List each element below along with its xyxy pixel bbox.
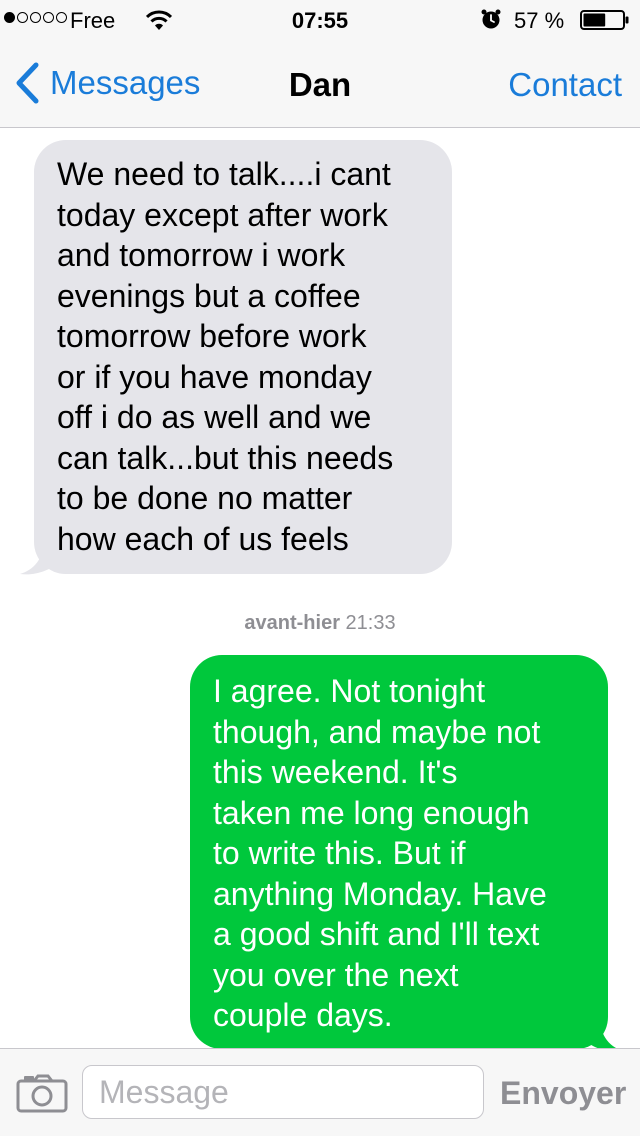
message-line: though, and maybe not bbox=[213, 713, 541, 750]
message-line: I agree. Not tonight bbox=[213, 673, 486, 709]
message-line: to be done no matter bbox=[57, 480, 353, 516]
message-line: anything Monday. Have bbox=[213, 875, 547, 912]
message-line: to write this. But if bbox=[213, 835, 466, 871]
message-line: evenings but a coffee bbox=[57, 277, 361, 314]
navigation-bar: Messages Dan Contact bbox=[0, 40, 640, 128]
message-line: how each of us feels bbox=[57, 520, 349, 557]
timestamp-time: 21:33 bbox=[345, 612, 396, 634]
message-line: can talk...but this needs bbox=[57, 439, 394, 476]
messages-screen: Free 07:55 57 % Messages Dan Contact We … bbox=[0, 0, 640, 1136]
message-timestamp: avant-hier 21:33 bbox=[0, 612, 640, 635]
battery-icon bbox=[580, 10, 629, 30]
camera-icon[interactable] bbox=[16, 1073, 68, 1113]
message-input[interactable] bbox=[82, 1065, 484, 1119]
timestamp-day: avant-hier bbox=[244, 612, 340, 634]
message-line: and tomorrow i work bbox=[57, 237, 346, 273]
message-line: tomorrow before work bbox=[57, 318, 367, 354]
send-button[interactable]: Envoyer bbox=[500, 1075, 626, 1112]
status-bar: Free 07:55 57 % bbox=[0, 0, 640, 40]
message-line: you over the next bbox=[213, 956, 459, 993]
contact-button[interactable]: Contact bbox=[508, 66, 622, 104]
alarm-icon bbox=[481, 9, 501, 29]
message-line: couple days. bbox=[213, 997, 393, 1033]
message-line: a good shift and I'll text bbox=[213, 916, 540, 952]
message-line: today except after work bbox=[57, 196, 388, 233]
message-line: this weekend. It's bbox=[213, 754, 458, 790]
message-line: or if you have monday bbox=[57, 358, 372, 395]
message-line: off i do as well and we bbox=[57, 399, 372, 435]
message-input-bar: Envoyer bbox=[0, 1048, 640, 1136]
outgoing-message-bubble[interactable]: I agree. Not tonight though, and maybe n… bbox=[190, 655, 608, 1049]
battery-percentage: 57 % bbox=[514, 8, 565, 33]
incoming-message-bubble[interactable]: We need to talk....i cant today except a… bbox=[34, 140, 452, 574]
message-line: We need to talk....i cant bbox=[57, 156, 391, 192]
message-line: taken me long enough bbox=[213, 794, 530, 831]
